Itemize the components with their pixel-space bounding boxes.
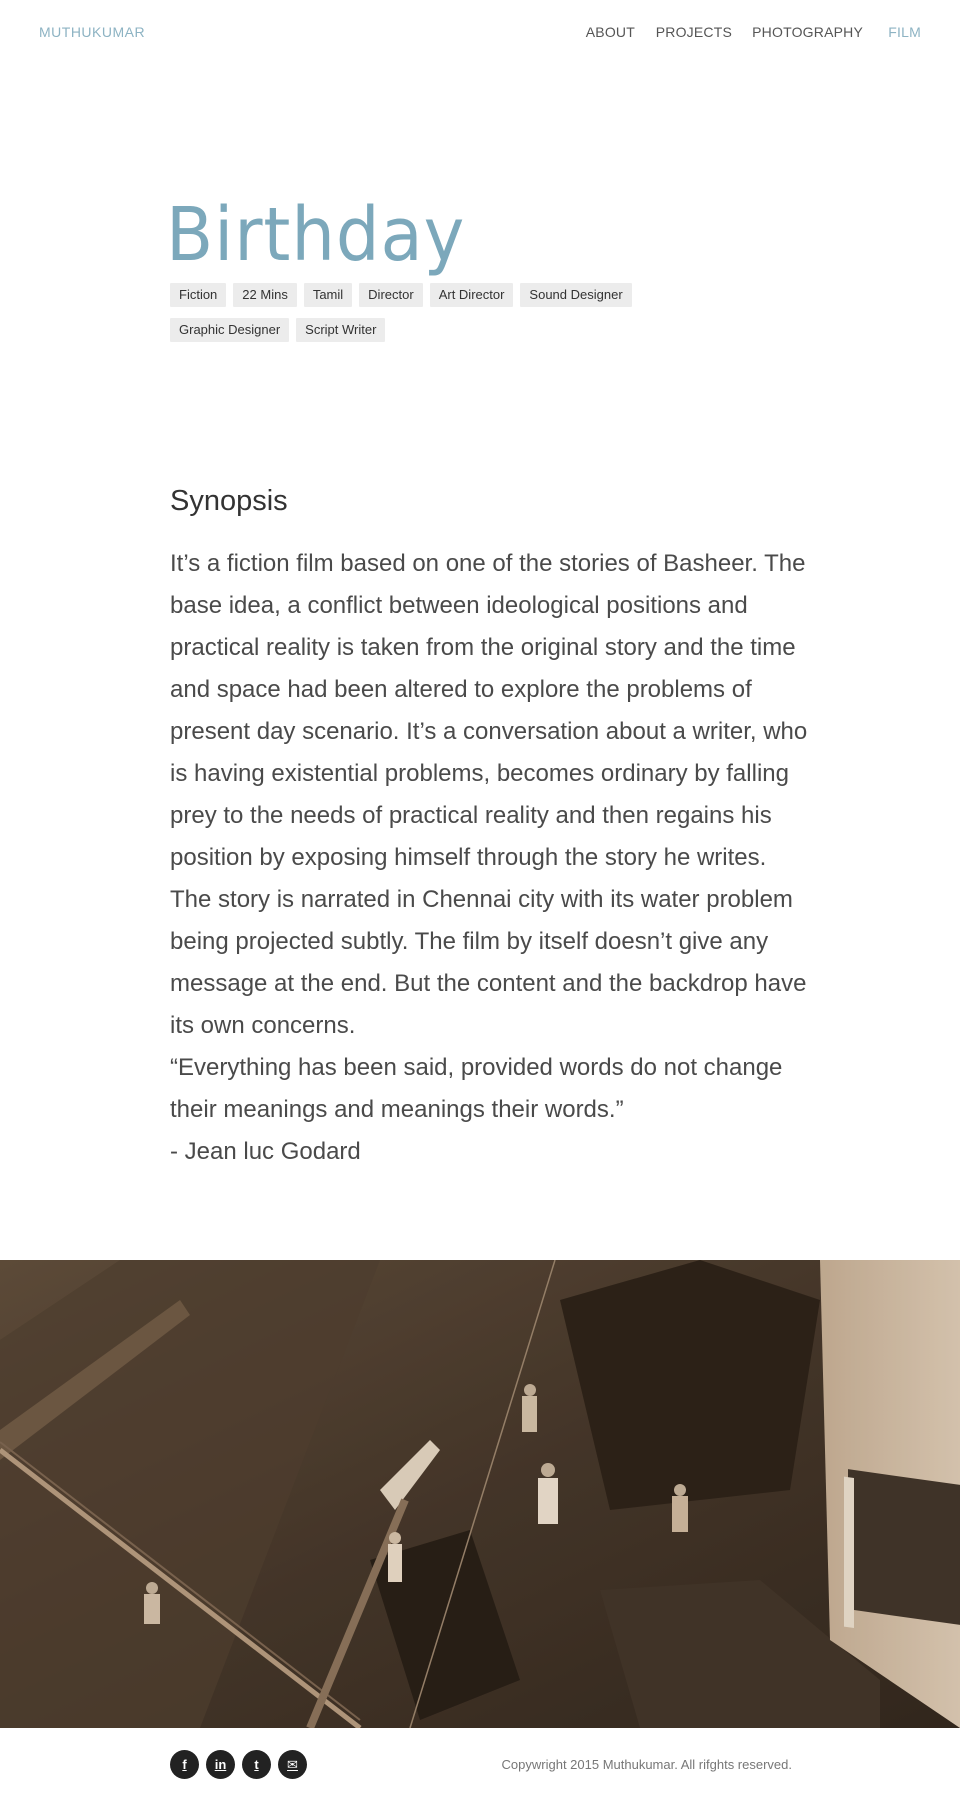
synopsis-text: It’s a fiction film based on one of the … bbox=[170, 543, 810, 1173]
nav-about[interactable]: ABOUT bbox=[586, 24, 635, 40]
film-title: Birthday bbox=[166, 192, 466, 278]
tag: Art Director bbox=[429, 283, 514, 307]
nav-film[interactable]: FILM bbox=[888, 24, 921, 40]
nav-projects[interactable]: PROJECTS bbox=[656, 24, 732, 40]
tag: Sound Designer bbox=[520, 283, 632, 307]
twitter-icon[interactable]: t bbox=[242, 1750, 271, 1779]
tag: 22 Mins bbox=[233, 283, 297, 307]
copyright-text: Copywright 2015 Muthukumar. All rifghts … bbox=[501, 1757, 792, 1772]
film-tags: Fiction 22 Mins Tamil Director Art Director S… bbox=[170, 283, 730, 353]
tag: Fiction bbox=[170, 283, 227, 307]
site-header: MUTHUKUMAR ABOUT PROJECTS PHOTOGRAPHY FI… bbox=[0, 0, 960, 66]
linkedin-icon[interactable]: in bbox=[206, 1750, 235, 1779]
synopsis-body: It’s a fiction film based on one of the … bbox=[170, 550, 808, 1039]
synopsis-heading: Synopsis bbox=[170, 485, 288, 517]
facebook-icon[interactable]: f bbox=[170, 1750, 199, 1779]
nav-photography[interactable]: PHOTOGRAPHY bbox=[752, 24, 863, 40]
street-scene-illustration bbox=[0, 1260, 960, 1728]
brand-logo-link[interactable]: MUTHUKUMAR bbox=[39, 24, 145, 40]
tag: Graphic Designer bbox=[170, 318, 290, 342]
tag: Director bbox=[359, 283, 423, 307]
email-icon[interactable]: ✉ bbox=[278, 1750, 307, 1779]
film-still-image bbox=[0, 1260, 960, 1728]
quote-attribution: - Jean luc Godard bbox=[170, 1138, 361, 1165]
tag: Tamil bbox=[303, 283, 353, 307]
synopsis-quote: “Everything has been said, provided word… bbox=[170, 1054, 783, 1123]
tag: Script Writer bbox=[296, 318, 386, 342]
site-footer: f in t ✉ Copywright 2015 Muthukumar. All… bbox=[0, 1728, 960, 1800]
